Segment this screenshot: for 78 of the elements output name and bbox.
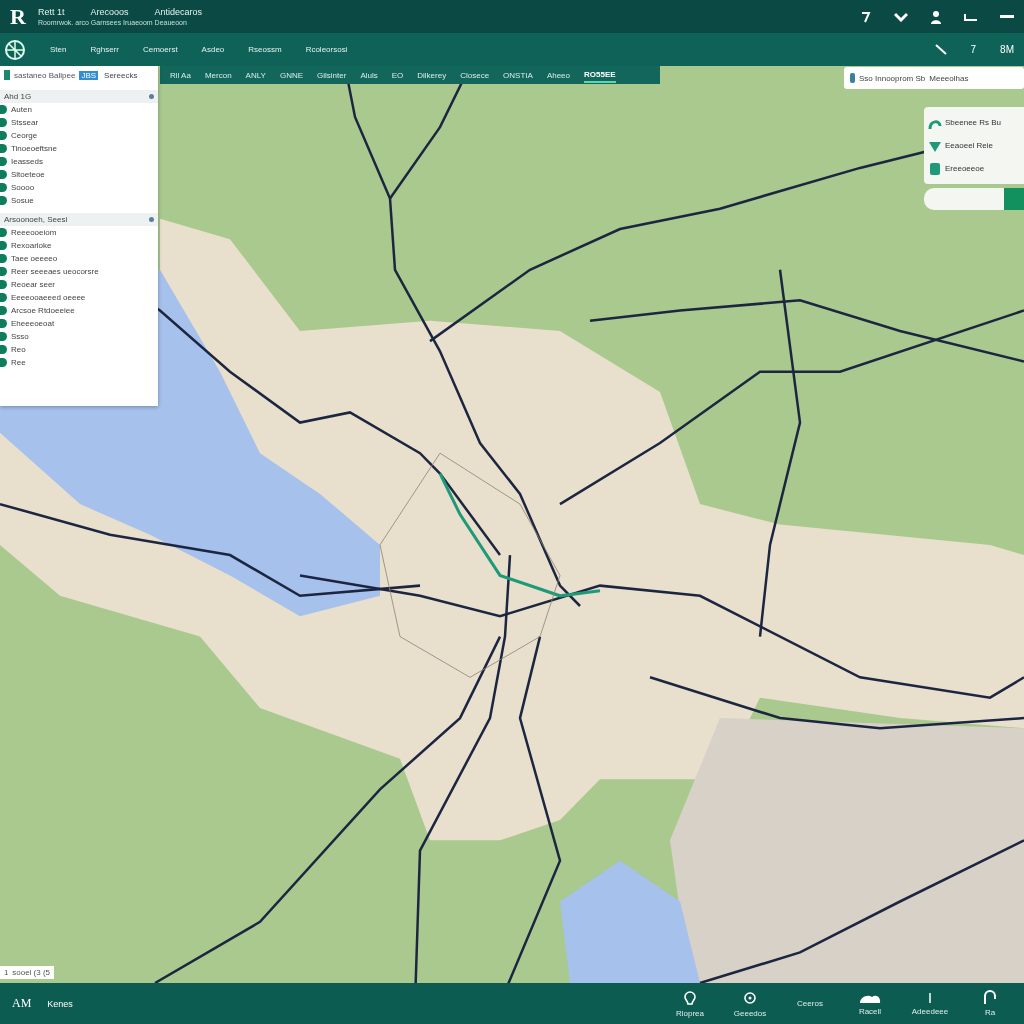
tab[interactable]: Aheeo — [546, 68, 570, 82]
section-header[interactable]: Ahd 1G — [0, 90, 158, 103]
header-link[interactable]: Rett 1t — [37, 7, 65, 17]
layer-item[interactable]: Reo — [0, 343, 158, 356]
layer-swatch-icon — [4, 70, 10, 80]
nav-item[interactable]: Asdeo — [201, 45, 225, 54]
legend-label: Sbeenee Rs Bu — [945, 118, 1002, 127]
tab[interactable]: ONSTIA — [503, 68, 533, 82]
globe-icon — [4, 38, 26, 61]
tab[interactable]: Aluls — [360, 68, 378, 82]
minimize-icon[interactable] — [964, 11, 978, 22]
chevron-down-icon[interactable] — [894, 11, 908, 22]
layer-item[interactable]: Reer seeeaes ueocorsre — [0, 265, 158, 278]
tab[interactable]: Rll Aa — [170, 68, 191, 82]
layer-item[interactable]: Eheeeoeoat — [0, 317, 158, 330]
footer-tool[interactable]: Rloprea — [668, 989, 712, 1018]
layer-item[interactable]: Auten — [0, 103, 158, 116]
layer-item[interactable]: Reoear seer — [0, 278, 158, 291]
nav-item[interactable]: Rghserr — [90, 45, 119, 54]
tab[interactable]: RO55EE — [584, 67, 616, 83]
layer-item[interactable]: Sosue — [0, 194, 158, 207]
footer-tool[interactable]: Geeedos — [728, 989, 772, 1018]
footer-tool[interactable]: Racell — [848, 991, 892, 1016]
layer-item[interactable]: Arcsoe Rtdoeeiee — [0, 304, 158, 317]
search-action[interactable]: Meeeolhas — [929, 73, 969, 83]
layer-item[interactable]: Soooo — [0, 181, 158, 194]
footer-title: Kenes — [47, 998, 73, 1009]
layer-item[interactable]: Ssso — [0, 330, 158, 343]
tab[interactable]: ANLY — [245, 68, 266, 82]
footer-tool[interactable]: Adeedeee — [908, 991, 952, 1016]
layer-item[interactable]: Tinoeoeftsne — [0, 142, 158, 155]
nav-status: 8M — [1000, 44, 1014, 55]
panel-label: Sereecks — [104, 70, 138, 80]
footer-logo: AM — [12, 996, 32, 1011]
gear-icon — [742, 989, 758, 1007]
layer-item[interactable]: Stssear — [0, 116, 158, 129]
nav-item[interactable]: Cemoerst — [142, 45, 178, 54]
footer-tool[interactable]: Ceeros — [788, 999, 832, 1008]
layer-item[interactable]: Rexoarloke — [0, 239, 158, 252]
zoom-control[interactable] — [924, 188, 1024, 210]
section-title: Ahd 1G — [4, 92, 32, 101]
tab[interactable]: Dilkerey — [417, 68, 447, 82]
nav-item[interactable]: Rseossm — [248, 45, 282, 54]
bulb-icon — [682, 989, 698, 1007]
dash-icon[interactable] — [1000, 14, 1014, 19]
search-field[interactable]: sastaneo Ballpee — [14, 70, 76, 80]
app-logo: R — [10, 3, 26, 30]
caret-icon — [149, 217, 154, 222]
header-link[interactable]: Antidecaros — [154, 7, 202, 17]
layer-item[interactable]: Sltoeteoe — [0, 168, 158, 181]
layer-item[interactable]: Taee oeeeeo — [0, 252, 158, 265]
count-badge: JBS — [79, 70, 99, 80]
stop-icon — [928, 161, 942, 176]
layer-item[interactable]: Ceorge — [0, 129, 158, 142]
header-link[interactable]: Arecooos — [90, 7, 129, 17]
layer-item[interactable]: Ieasseds — [0, 155, 158, 168]
legend-label: Ereeoeeoe — [945, 164, 985, 173]
tab[interactable]: EO — [391, 68, 404, 82]
user-icon[interactable] — [930, 9, 942, 24]
caret-icon — [149, 94, 154, 99]
tab[interactable]: Gilsinter — [317, 68, 347, 82]
search-text[interactable]: Sso Innooprom Sb — [859, 73, 926, 83]
nav-item[interactable]: Rcoleorsosi — [305, 45, 348, 54]
footer-tool[interactable]: Ra — [968, 990, 1012, 1017]
section-header[interactable]: Arsoonoeh, Seesi — [0, 213, 158, 226]
layer-item[interactable]: Ree — [0, 356, 158, 369]
layer-item[interactable]: Reeeooeiom — [0, 226, 158, 239]
nav-item[interactable]: Sten — [50, 45, 67, 54]
legend-label: Eeaoeel Reie — [945, 141, 994, 150]
map-drawing[interactable] — [0, 66, 1024, 983]
tab[interactable]: Closece — [460, 68, 490, 82]
map-scale: 1 sooel (3 (5 — [0, 966, 55, 979]
layer-item[interactable]: Eeeeooaeeed oeeee — [0, 291, 158, 304]
tab[interactable]: Mercon — [204, 68, 232, 82]
nav-status: 7 — [970, 44, 977, 55]
tab[interactable]: GNNE — [279, 68, 304, 82]
section-title: Arsoonoeh, Seesi — [4, 215, 68, 224]
hook-icon — [983, 990, 997, 1006]
